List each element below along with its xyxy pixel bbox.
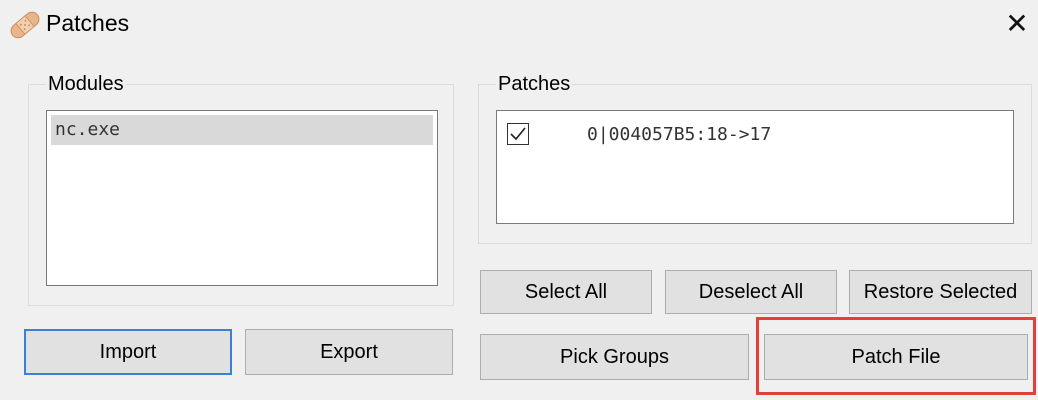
- modules-group-label: Modules: [46, 73, 126, 96]
- modules-list[interactable]: nc.exe: [46, 110, 438, 286]
- import-button[interactable]: Import: [24, 329, 232, 375]
- module-item[interactable]: nc.exe: [51, 115, 433, 145]
- patch-file-button[interactable]: Patch File: [764, 334, 1028, 380]
- patches-window: Patches ✕ Modules nc.exe Patches 0|00405…: [0, 0, 1038, 400]
- restore-selected-button[interactable]: Restore Selected: [849, 270, 1032, 314]
- pick-groups-button[interactable]: Pick Groups: [480, 334, 749, 380]
- select-all-button[interactable]: Select All: [480, 270, 652, 314]
- window-title: Patches: [46, 10, 130, 36]
- patch-item-text: 0|004057B5:18->17: [587, 123, 772, 145]
- deselect-all-button[interactable]: Deselect All: [665, 270, 837, 314]
- patches-group-label: Patches: [496, 73, 573, 96]
- patch-item[interactable]: 0|004057B5:18->17: [507, 119, 771, 149]
- close-icon: ✕: [1005, 7, 1029, 39]
- patch-checkbox[interactable]: [507, 123, 529, 145]
- export-button[interactable]: Export: [245, 329, 453, 375]
- patches-list[interactable]: 0|004057B5:18->17: [496, 110, 1014, 224]
- checkmark-icon: [510, 127, 526, 141]
- bandage-icon: [8, 8, 42, 42]
- close-button[interactable]: ✕: [1000, 6, 1034, 40]
